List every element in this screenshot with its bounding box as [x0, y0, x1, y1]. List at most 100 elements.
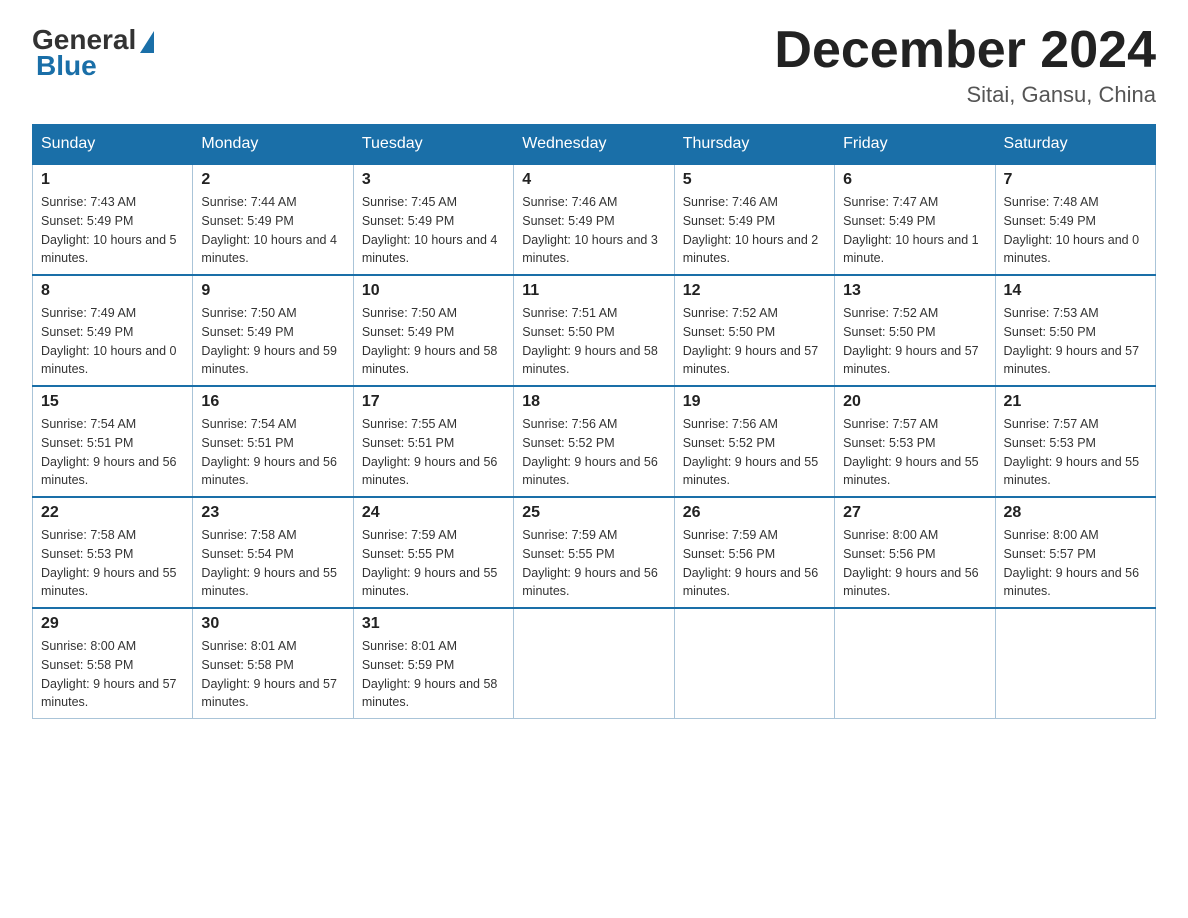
- day-cell: 5 Sunrise: 7:46 AMSunset: 5:49 PMDayligh…: [674, 164, 834, 275]
- day-cell: 27 Sunrise: 8:00 AMSunset: 5:56 PMDaylig…: [835, 497, 995, 608]
- day-number: 4: [522, 171, 665, 189]
- day-info: Sunrise: 8:01 AMSunset: 5:59 PMDaylight:…: [362, 637, 505, 712]
- day-number: 11: [522, 282, 665, 300]
- day-cell: 24 Sunrise: 7:59 AMSunset: 5:55 PMDaylig…: [353, 497, 513, 608]
- day-number: 22: [41, 504, 184, 522]
- day-cell: [995, 608, 1155, 719]
- day-number: 27: [843, 504, 986, 522]
- day-cell: 26 Sunrise: 7:59 AMSunset: 5:56 PMDaylig…: [674, 497, 834, 608]
- day-info: Sunrise: 7:54 AMSunset: 5:51 PMDaylight:…: [41, 415, 184, 490]
- day-number: 14: [1004, 282, 1147, 300]
- day-cell: 31 Sunrise: 8:01 AMSunset: 5:59 PMDaylig…: [353, 608, 513, 719]
- day-cell: 4 Sunrise: 7:46 AMSunset: 5:49 PMDayligh…: [514, 164, 674, 275]
- day-info: Sunrise: 8:01 AMSunset: 5:58 PMDaylight:…: [201, 637, 344, 712]
- day-cell: 14 Sunrise: 7:53 AMSunset: 5:50 PMDaylig…: [995, 275, 1155, 386]
- col-header-tuesday: Tuesday: [353, 125, 513, 165]
- day-number: 30: [201, 615, 344, 633]
- day-info: Sunrise: 7:49 AMSunset: 5:49 PMDaylight:…: [41, 304, 184, 379]
- day-number: 13: [843, 282, 986, 300]
- day-info: Sunrise: 7:45 AMSunset: 5:49 PMDaylight:…: [362, 193, 505, 268]
- day-cell: 16 Sunrise: 7:54 AMSunset: 5:51 PMDaylig…: [193, 386, 353, 497]
- day-number: 29: [41, 615, 184, 633]
- day-cell: 22 Sunrise: 7:58 AMSunset: 5:53 PMDaylig…: [33, 497, 193, 608]
- day-cell: 23 Sunrise: 7:58 AMSunset: 5:54 PMDaylig…: [193, 497, 353, 608]
- day-cell: 11 Sunrise: 7:51 AMSunset: 5:50 PMDaylig…: [514, 275, 674, 386]
- day-info: Sunrise: 7:59 AMSunset: 5:55 PMDaylight:…: [362, 526, 505, 601]
- week-row-1: 1 Sunrise: 7:43 AMSunset: 5:49 PMDayligh…: [33, 164, 1156, 275]
- day-info: Sunrise: 7:46 AMSunset: 5:49 PMDaylight:…: [683, 193, 826, 268]
- day-cell: 3 Sunrise: 7:45 AMSunset: 5:49 PMDayligh…: [353, 164, 513, 275]
- day-info: Sunrise: 7:57 AMSunset: 5:53 PMDaylight:…: [1004, 415, 1147, 490]
- day-number: 23: [201, 504, 344, 522]
- day-info: Sunrise: 7:59 AMSunset: 5:56 PMDaylight:…: [683, 526, 826, 601]
- day-cell: 29 Sunrise: 8:00 AMSunset: 5:58 PMDaylig…: [33, 608, 193, 719]
- day-cell: 21 Sunrise: 7:57 AMSunset: 5:53 PMDaylig…: [995, 386, 1155, 497]
- day-number: 16: [201, 393, 344, 411]
- logo-blue-text: Blue: [36, 50, 97, 82]
- day-info: Sunrise: 7:47 AMSunset: 5:49 PMDaylight:…: [843, 193, 986, 268]
- day-number: 18: [522, 393, 665, 411]
- week-row-5: 29 Sunrise: 8:00 AMSunset: 5:58 PMDaylig…: [33, 608, 1156, 719]
- day-cell: 30 Sunrise: 8:01 AMSunset: 5:58 PMDaylig…: [193, 608, 353, 719]
- day-info: Sunrise: 7:43 AMSunset: 5:49 PMDaylight:…: [41, 193, 184, 268]
- day-number: 25: [522, 504, 665, 522]
- col-header-friday: Friday: [835, 125, 995, 165]
- logo-triangle-icon: [140, 31, 154, 53]
- day-number: 10: [362, 282, 505, 300]
- week-row-2: 8 Sunrise: 7:49 AMSunset: 5:49 PMDayligh…: [33, 275, 1156, 386]
- day-number: 12: [683, 282, 826, 300]
- day-info: Sunrise: 7:50 AMSunset: 5:49 PMDaylight:…: [201, 304, 344, 379]
- day-number: 9: [201, 282, 344, 300]
- day-cell: 12 Sunrise: 7:52 AMSunset: 5:50 PMDaylig…: [674, 275, 834, 386]
- location-label: Sitai, Gansu, China: [774, 82, 1156, 108]
- day-info: Sunrise: 7:52 AMSunset: 5:50 PMDaylight:…: [843, 304, 986, 379]
- day-info: Sunrise: 7:54 AMSunset: 5:51 PMDaylight:…: [201, 415, 344, 490]
- logo: General Blue: [32, 24, 154, 82]
- day-cell: 8 Sunrise: 7:49 AMSunset: 5:49 PMDayligh…: [33, 275, 193, 386]
- day-info: Sunrise: 7:58 AMSunset: 5:54 PMDaylight:…: [201, 526, 344, 601]
- day-info: Sunrise: 8:00 AMSunset: 5:58 PMDaylight:…: [41, 637, 184, 712]
- week-row-4: 22 Sunrise: 7:58 AMSunset: 5:53 PMDaylig…: [33, 497, 1156, 608]
- day-cell: 7 Sunrise: 7:48 AMSunset: 5:49 PMDayligh…: [995, 164, 1155, 275]
- week-row-3: 15 Sunrise: 7:54 AMSunset: 5:51 PMDaylig…: [33, 386, 1156, 497]
- day-number: 8: [41, 282, 184, 300]
- day-cell: 1 Sunrise: 7:43 AMSunset: 5:49 PMDayligh…: [33, 164, 193, 275]
- day-cell: 19 Sunrise: 7:56 AMSunset: 5:52 PMDaylig…: [674, 386, 834, 497]
- day-info: Sunrise: 7:52 AMSunset: 5:50 PMDaylight:…: [683, 304, 826, 379]
- day-number: 2: [201, 171, 344, 189]
- day-cell: 28 Sunrise: 8:00 AMSunset: 5:57 PMDaylig…: [995, 497, 1155, 608]
- day-info: Sunrise: 7:56 AMSunset: 5:52 PMDaylight:…: [522, 415, 665, 490]
- calendar-table: SundayMondayTuesdayWednesdayThursdayFrid…: [32, 124, 1156, 719]
- day-cell: 20 Sunrise: 7:57 AMSunset: 5:53 PMDaylig…: [835, 386, 995, 497]
- month-title: December 2024: [774, 24, 1156, 76]
- day-cell: 18 Sunrise: 7:56 AMSunset: 5:52 PMDaylig…: [514, 386, 674, 497]
- col-header-wednesday: Wednesday: [514, 125, 674, 165]
- day-cell: 9 Sunrise: 7:50 AMSunset: 5:49 PMDayligh…: [193, 275, 353, 386]
- day-number: 26: [683, 504, 826, 522]
- day-cell: [674, 608, 834, 719]
- day-cell: 6 Sunrise: 7:47 AMSunset: 5:49 PMDayligh…: [835, 164, 995, 275]
- day-number: 1: [41, 171, 184, 189]
- day-info: Sunrise: 7:44 AMSunset: 5:49 PMDaylight:…: [201, 193, 344, 268]
- day-number: 7: [1004, 171, 1147, 189]
- day-info: Sunrise: 8:00 AMSunset: 5:57 PMDaylight:…: [1004, 526, 1147, 601]
- day-number: 28: [1004, 504, 1147, 522]
- day-number: 19: [683, 393, 826, 411]
- day-cell: 25 Sunrise: 7:59 AMSunset: 5:55 PMDaylig…: [514, 497, 674, 608]
- col-header-thursday: Thursday: [674, 125, 834, 165]
- day-number: 20: [843, 393, 986, 411]
- day-info: Sunrise: 7:55 AMSunset: 5:51 PMDaylight:…: [362, 415, 505, 490]
- day-cell: 15 Sunrise: 7:54 AMSunset: 5:51 PMDaylig…: [33, 386, 193, 497]
- day-number: 31: [362, 615, 505, 633]
- col-header-saturday: Saturday: [995, 125, 1155, 165]
- header-row: SundayMondayTuesdayWednesdayThursdayFrid…: [33, 125, 1156, 165]
- page-header: General Blue December 2024 Sitai, Gansu,…: [32, 24, 1156, 108]
- day-cell: 13 Sunrise: 7:52 AMSunset: 5:50 PMDaylig…: [835, 275, 995, 386]
- day-number: 5: [683, 171, 826, 189]
- day-number: 15: [41, 393, 184, 411]
- day-info: Sunrise: 7:51 AMSunset: 5:50 PMDaylight:…: [522, 304, 665, 379]
- day-number: 21: [1004, 393, 1147, 411]
- day-cell: 10 Sunrise: 7:50 AMSunset: 5:49 PMDaylig…: [353, 275, 513, 386]
- day-cell: [835, 608, 995, 719]
- day-info: Sunrise: 7:48 AMSunset: 5:49 PMDaylight:…: [1004, 193, 1147, 268]
